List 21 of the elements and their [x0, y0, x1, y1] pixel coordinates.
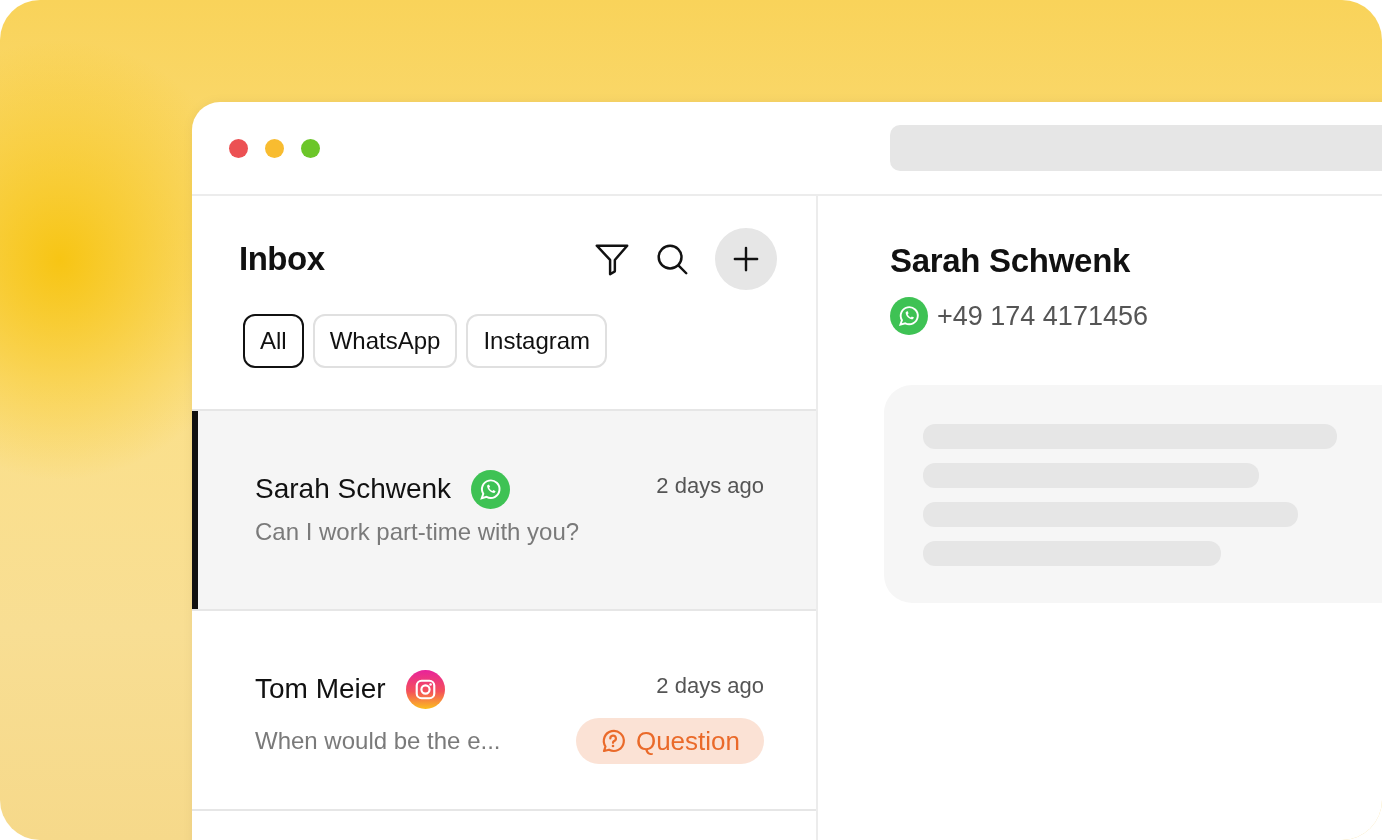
conversation-item[interactable]: Tom Meier 2 days ago When would be the e... Question [192, 611, 816, 811]
close-window-control[interactable] [229, 138, 248, 158]
contact-title: Sarah Schwenk [890, 242, 1132, 280]
message-time: 2 days ago [656, 472, 764, 499]
message-time: 2 days ago [656, 672, 764, 699]
contact-name: Tom Meier [255, 673, 386, 705]
camera-icon [405, 669, 445, 709]
whatsapp-icon [890, 297, 928, 335]
maximize-window-control[interactable] [301, 138, 320, 158]
tag-label: Question [635, 725, 740, 757]
inbox-title: Inbox [239, 240, 325, 278]
whatsapp-icon [471, 469, 511, 509]
filter-chip[interactable]: WhatsApp [312, 314, 458, 368]
plus-icon [733, 246, 759, 272]
conversation-item[interactable]: Sarah Schwenk 2 days ago Can I work part-time with you? [192, 411, 816, 611]
phone-number: +49 174 4171456 [937, 300, 1148, 332]
message-preview: Can I work part-time with you? [255, 518, 580, 546]
contact-name: Sarah Schwenk [255, 473, 452, 505]
message-preview: When would be the e... [255, 727, 501, 755]
filter-chip[interactable]: All [243, 314, 304, 368]
filter-chip[interactable]: Instagram [466, 314, 608, 368]
